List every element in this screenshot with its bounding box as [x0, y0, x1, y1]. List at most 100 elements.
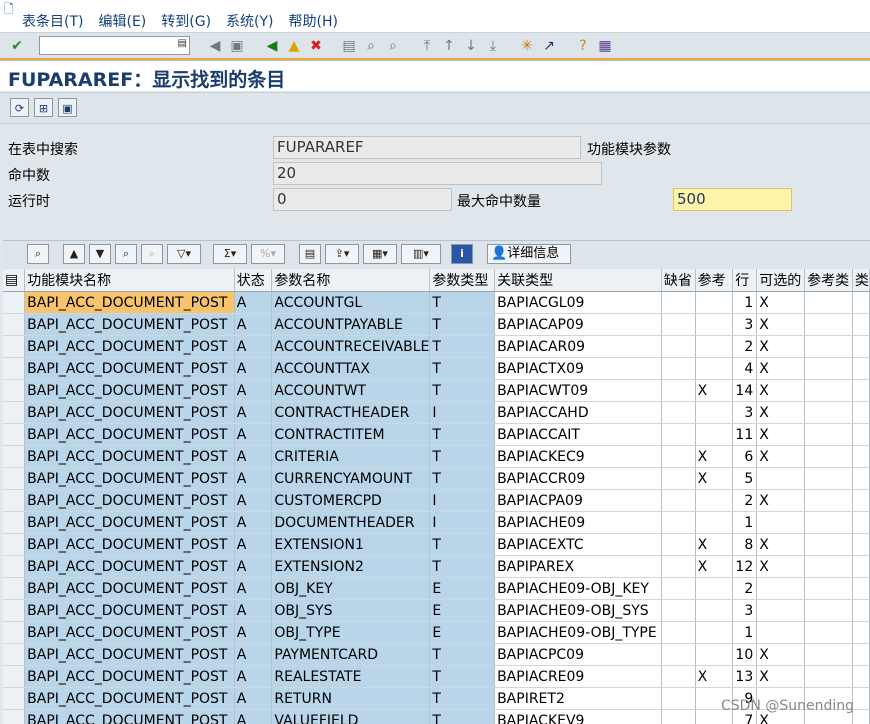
cell-param-name[interactable]: OBJ_SYS: [271, 599, 431, 622]
cell-ref-class[interactable]: [804, 511, 853, 534]
cell-default[interactable]: [661, 445, 696, 468]
menu-logo-icon[interactable]: 🗋: [4, 0, 22, 16]
cell-class[interactable]: [852, 687, 870, 710]
cell-optional[interactable]: X: [756, 643, 806, 666]
max-hits-input[interactable]: 500: [673, 188, 792, 211]
cell-ref-class[interactable]: [804, 423, 853, 446]
cell-param-type[interactable]: T: [429, 533, 496, 556]
cell-param-type[interactable]: T: [429, 665, 496, 688]
sum-icon[interactable]: Σ▾: [213, 244, 247, 264]
cell-status[interactable]: A: [234, 357, 273, 380]
last-page-icon[interactable]: ⤓: [484, 37, 502, 55]
cell-function-module[interactable]: BAPI_ACC_DOCUMENT_POST: [24, 467, 235, 490]
table-row[interactable]: BAPI_ACC_DOCUMENT_POST A DOCUMENTHEADER I BA…: [3, 511, 870, 534]
col-class[interactable]: 类: [852, 269, 870, 292]
cell-default[interactable]: [661, 599, 696, 622]
cell-default[interactable]: [661, 357, 696, 380]
row-selector[interactable]: [3, 577, 26, 600]
cell-ref-class[interactable]: [804, 467, 853, 490]
cell-class[interactable]: [852, 357, 870, 380]
find-next-icon[interactable]: ⌕: [384, 37, 402, 55]
cell-status[interactable]: A: [234, 643, 273, 666]
cell-line[interactable]: 14: [732, 379, 758, 402]
cell-optional[interactable]: [756, 577, 806, 600]
cell-class[interactable]: [852, 599, 870, 622]
cell-param-name[interactable]: EXTENSION2: [271, 555, 431, 578]
cell-param-name[interactable]: ACCOUNTTAX: [271, 357, 431, 380]
cell-ref-type[interactable]: BAPIACHE09-OBJ_SYS: [494, 599, 662, 622]
cell-function-module[interactable]: BAPI_ACC_DOCUMENT_POST: [24, 599, 235, 622]
cmd-dropdown-icon[interactable]: ▤: [178, 38, 187, 49]
cell-default[interactable]: [661, 687, 696, 710]
cell-reference[interactable]: [695, 643, 734, 666]
cell-status[interactable]: A: [234, 687, 273, 710]
cell-param-type[interactable]: E: [429, 599, 496, 622]
cell-ref-type[interactable]: BAPIACWT09: [494, 379, 662, 402]
print-preview-icon[interactable]: ▤: [299, 244, 321, 264]
prev-page-icon[interactable]: ↑: [440, 37, 458, 55]
cell-param-type[interactable]: T: [429, 709, 496, 724]
cell-class[interactable]: [852, 511, 870, 534]
table-row[interactable]: BAPI_ACC_DOCUMENT_POST A PAYMENTCARD T BAPIA…: [3, 643, 870, 666]
exit-icon[interactable]: ▲: [285, 37, 303, 55]
col-ref-class[interactable]: 参考类: [804, 269, 853, 292]
find-icon[interactable]: ⌕: [362, 37, 380, 55]
cell-param-type[interactable]: I: [429, 489, 496, 512]
cell-param-name[interactable]: ACCOUNTWT: [271, 379, 431, 402]
cell-optional[interactable]: X: [756, 533, 806, 556]
cell-optional[interactable]: X: [756, 665, 806, 688]
cell-ref-type[interactable]: BAPIACCAIT: [494, 423, 662, 446]
cell-param-name[interactable]: CRITERIA: [271, 445, 431, 468]
command-field[interactable]: ▤: [39, 36, 190, 55]
cell-reference[interactable]: [695, 357, 734, 380]
cell-param-type[interactable]: T: [429, 313, 496, 336]
cell-ref-type[interactable]: BAPIACHE09-OBJ_KEY: [494, 577, 662, 600]
cell-reference[interactable]: [695, 599, 734, 622]
select-all-icon[interactable]: ▤: [3, 269, 26, 292]
cell-default[interactable]: [661, 379, 696, 402]
details-icon[interactable]: ⌕: [27, 244, 49, 264]
cell-optional[interactable]: X: [756, 401, 806, 424]
cell-param-name[interactable]: ACCOUNTRECEIVABLE: [271, 335, 431, 358]
cell-optional[interactable]: X: [756, 423, 806, 446]
row-selector[interactable]: [3, 445, 26, 468]
cell-status[interactable]: A: [234, 423, 273, 446]
next-page-icon[interactable]: ↓: [462, 37, 480, 55]
table-row[interactable]: BAPI_ACC_DOCUMENT_POST A CONTRACTITEM T BAPI…: [3, 423, 870, 446]
cell-default[interactable]: [661, 467, 696, 490]
cell-ref-class[interactable]: [804, 489, 853, 512]
cell-reference[interactable]: X: [695, 555, 734, 578]
cell-optional[interactable]: [756, 467, 806, 490]
print-icon[interactable]: ▤: [340, 37, 358, 55]
table-row[interactable]: BAPI_ACC_DOCUMENT_POST A ACCOUNTTAX T BAPIAC…: [3, 357, 870, 380]
cell-reference[interactable]: [695, 313, 734, 336]
cell-class[interactable]: [852, 621, 870, 644]
cell-default[interactable]: [661, 555, 696, 578]
cell-param-type[interactable]: T: [429, 445, 496, 468]
cell-function-module[interactable]: BAPI_ACC_DOCUMENT_POST: [24, 291, 235, 314]
cell-status[interactable]: A: [234, 555, 273, 578]
cell-param-type[interactable]: T: [429, 423, 496, 446]
cell-line[interactable]: 12: [732, 555, 758, 578]
cell-line[interactable]: 3: [732, 401, 758, 424]
cell-function-module[interactable]: BAPI_ACC_DOCUMENT_POST: [24, 511, 235, 534]
col-reference[interactable]: 参考: [695, 269, 734, 292]
cell-ref-class[interactable]: [804, 313, 853, 336]
cell-default[interactable]: [661, 665, 696, 688]
table-row[interactable]: BAPI_ACC_DOCUMENT_POST A CRITERIA T BAPIACKE…: [3, 445, 870, 468]
cell-class[interactable]: [852, 423, 870, 446]
cell-optional[interactable]: X: [756, 379, 806, 402]
row-selector[interactable]: [3, 423, 26, 446]
cell-status[interactable]: A: [234, 489, 273, 512]
cell-reference[interactable]: X: [695, 467, 734, 490]
cell-line[interactable]: 1: [732, 621, 758, 644]
cell-default[interactable]: [661, 489, 696, 512]
cell-reference[interactable]: X: [695, 665, 734, 688]
cell-param-name[interactable]: PAYMENTCARD: [271, 643, 431, 666]
options-icon[interactable]: ▣: [58, 98, 77, 117]
col-optional[interactable]: 可选的: [756, 269, 806, 292]
menu-goto[interactable]: 转到(G): [161, 11, 211, 31]
col-default[interactable]: 缺省: [661, 269, 696, 292]
cell-param-name[interactable]: CUSTOMERCPD: [271, 489, 431, 512]
col-status[interactable]: 状态: [234, 269, 273, 292]
